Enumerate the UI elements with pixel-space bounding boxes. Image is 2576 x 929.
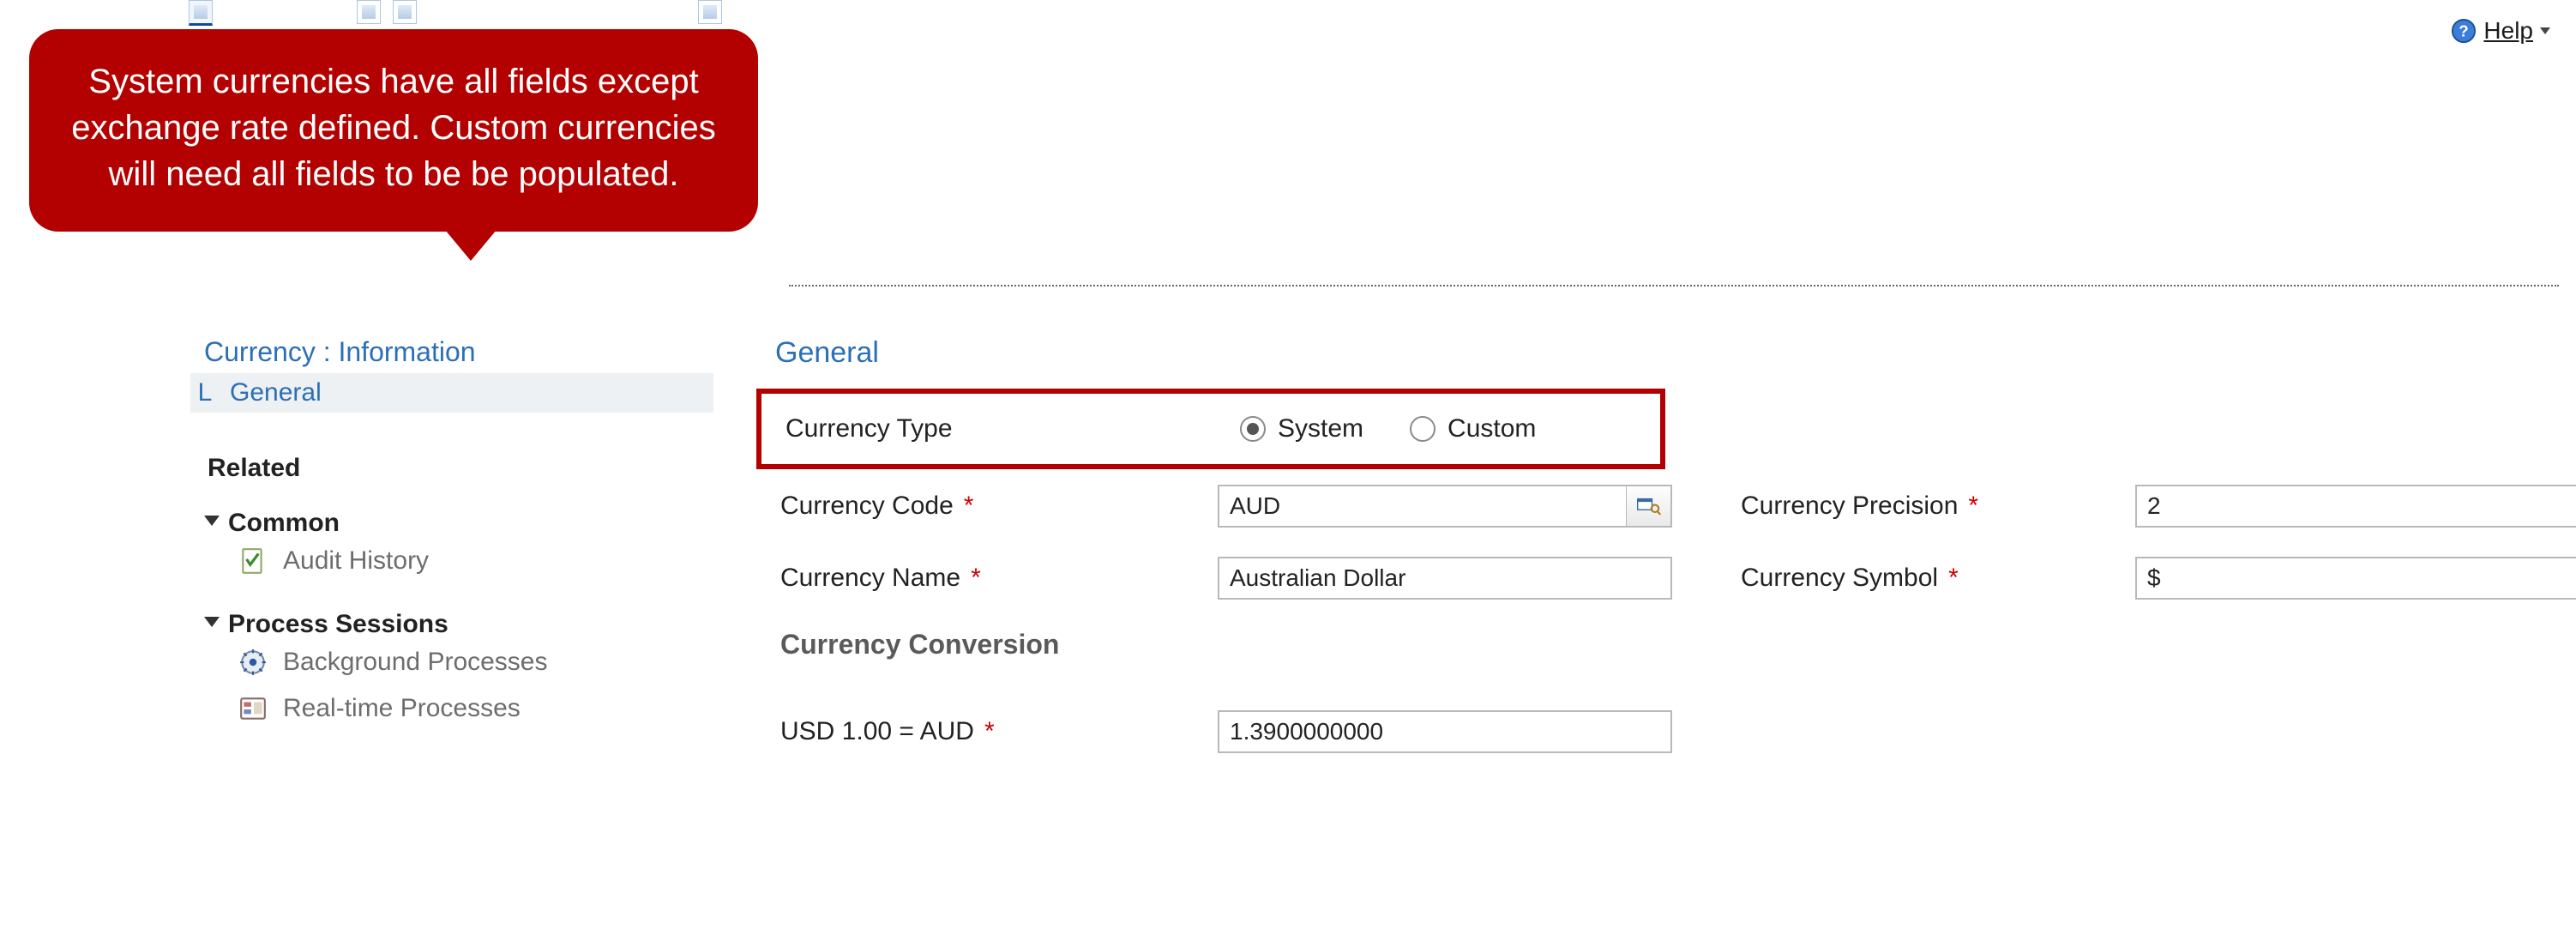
help-icon: ?	[2451, 18, 2477, 44]
currency-type-radio-group: System Custom	[1240, 414, 1536, 443]
nav-group-process-sessions-label: Process Sessions	[228, 610, 448, 639]
nav-item-realtime-processes[interactable]: Real-time Processes	[190, 685, 713, 732]
toolbar-button-1[interactable]	[189, 0, 213, 26]
currency-precision-label: Currency Precision*	[1741, 492, 2135, 521]
nav-group-common-label: Common	[228, 509, 340, 538]
exchange-rate-field[interactable]	[1218, 710, 1672, 753]
nav-heading-related: Related	[190, 454, 713, 483]
currency-symbol-label: Currency Symbol*	[1741, 564, 2135, 593]
required-icon: *	[971, 564, 981, 593]
collapse-caret-icon	[204, 617, 220, 634]
exchange-rate-label: USD 1.00 = AUD*	[780, 717, 1218, 746]
form-navigation: Currency : Information L General Related…	[190, 336, 713, 732]
required-icon: *	[984, 717, 995, 746]
nav-item-background-processes[interactable]: Background Processes	[190, 639, 713, 685]
nav-item-realtime-processes-label: Real-time Processes	[283, 694, 521, 723]
separator	[789, 285, 2559, 287]
form-section-general: General Currency Type System Custom Curr…	[713, 336, 2576, 753]
currency-name-field[interactable]	[1218, 557, 1672, 600]
currency-symbol-field[interactable]	[2135, 557, 2576, 600]
nav-group-title: Currency : Information	[190, 336, 713, 373]
currency-precision-field[interactable]	[2135, 485, 2576, 528]
radio-icon	[1240, 416, 1266, 442]
tree-glyph-icon: L	[190, 378, 220, 407]
nav-item-background-processes-label: Background Processes	[283, 648, 548, 677]
required-icon: *	[1968, 492, 1978, 521]
help-label: Help	[2483, 17, 2533, 45]
svg-text:?: ?	[2459, 22, 2469, 40]
nav-link-general[interactable]: L General	[190, 373, 713, 413]
annotation-text: System currencies have all fields except…	[71, 63, 716, 193]
callout-arrow-icon	[445, 230, 497, 261]
toolbar	[189, 0, 772, 26]
radio-custom[interactable]: Custom	[1410, 414, 1536, 443]
toolbar-button-2[interactable]	[357, 0, 381, 24]
radio-custom-label: Custom	[1447, 414, 1536, 443]
lookup-icon	[1637, 497, 1661, 516]
currency-name-label: Currency Name*	[780, 564, 1218, 593]
currency-code-lookup-button[interactable]	[1626, 485, 1672, 528]
currency-type-row: Currency Type System Custom	[756, 389, 1665, 469]
annotation-callout: System currencies have all fields except…	[29, 29, 758, 232]
required-icon: *	[1948, 564, 1959, 593]
section-subheading-conversion: Currency Conversion	[780, 629, 2576, 661]
help-menu[interactable]: ? Help	[2451, 17, 2550, 45]
nav-item-audit-history-label: Audit History	[283, 546, 429, 576]
background-processes-icon	[238, 648, 268, 677]
currency-type-label: Currency Type	[785, 414, 1189, 443]
toolbar-button-3[interactable]	[393, 0, 417, 24]
radio-icon	[1410, 416, 1435, 442]
chevron-down-icon	[2540, 27, 2550, 34]
currency-code-field-wrap	[1218, 485, 1672, 528]
toolbar-button-4[interactable]	[698, 0, 722, 24]
nav-link-general-label: General	[230, 373, 713, 413]
collapse-caret-icon	[204, 516, 220, 533]
nav-item-audit-history[interactable]: Audit History	[190, 538, 713, 584]
audit-history-icon	[238, 546, 268, 576]
required-icon: *	[964, 492, 974, 521]
radio-system[interactable]: System	[1240, 414, 1363, 443]
currency-code-field[interactable]	[1218, 485, 1672, 528]
radio-system-label: System	[1278, 414, 1363, 443]
section-title-general: General	[756, 336, 2576, 370]
nav-group-common[interactable]: Common	[190, 509, 713, 538]
currency-code-label: Currency Code*	[780, 492, 1218, 521]
nav-group-process-sessions[interactable]: Process Sessions	[190, 610, 713, 639]
realtime-processes-icon	[238, 694, 268, 723]
